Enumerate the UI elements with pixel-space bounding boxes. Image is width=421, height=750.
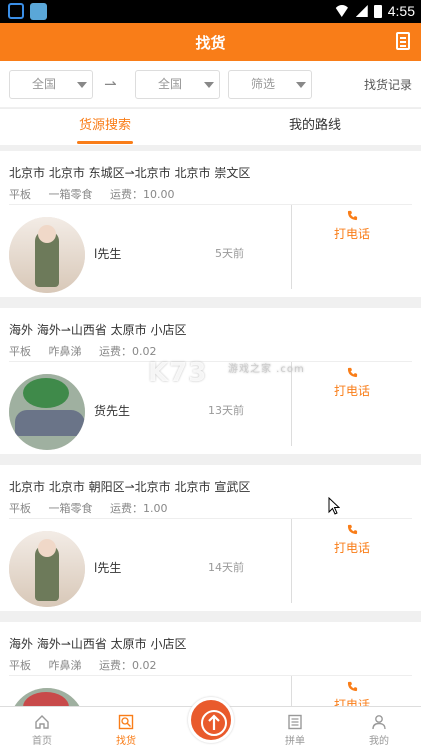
cargo-meta: 平板 咋鼻涕 运费：0.02 [9, 343, 171, 359]
page-title: 找货 [195, 34, 226, 52]
active-tab-indicator [77, 141, 133, 144]
filter-select-value: 筛选 [251, 77, 276, 91]
nav-home[interactable]: 首页 [0, 707, 84, 750]
watermark-text: K73 [148, 358, 208, 388]
call-label: 打电话 [333, 541, 370, 555]
post-time: 5天前 [215, 247, 244, 260]
divider [9, 675, 412, 676]
search-goods-icon [118, 714, 134, 730]
tab-bar: 货源搜索 我的路线 [0, 108, 421, 145]
notification-app-icon [8, 3, 24, 19]
post-time: 14天前 [208, 561, 244, 574]
post-time: 13天前 [208, 404, 244, 417]
freight-fee: 运费：1.00 [110, 502, 168, 515]
list-icon [288, 714, 302, 730]
call-label: 打电话 [333, 227, 370, 241]
freight-fee: 运费：10.00 [110, 188, 175, 201]
phone-icon [347, 210, 357, 221]
call-button[interactable]: 打电话 [292, 364, 412, 446]
publish-icon [201, 710, 227, 736]
nav-find-cargo[interactable]: 找货 [84, 707, 168, 750]
nav-label: 找货 [116, 736, 136, 747]
wifi-icon [333, 5, 350, 17]
cargo-meta: 平板 咋鼻涕 运费：0.02 [9, 657, 171, 673]
freight-fee: 运费：0.02 [99, 345, 157, 358]
search-history-link[interactable]: 找货记录 [364, 76, 412, 93]
divider [9, 361, 412, 362]
contact-name: l先生 [94, 561, 122, 575]
tab-label: 货源搜索 [78, 118, 131, 133]
truck-type: 平板 [9, 659, 31, 672]
truck-type: 平板 [9, 188, 31, 201]
status-bar: 4:55 [0, 0, 421, 23]
phone-icon [347, 524, 357, 535]
watermark: K73 游戏之家 .com [148, 358, 304, 388]
tab-label: 我的路线 [288, 118, 341, 133]
phone-icon [347, 681, 357, 692]
cargo-card[interactable]: 北京市 北京市 东城区⇀北京市 北京市 崇文区 平板 一箱零食 运费：10.00… [0, 151, 421, 297]
cargo-route: 北京市 北京市 东城区⇀北京市 北京市 崇文区 [9, 166, 251, 180]
nav-label: 首页 [32, 736, 52, 747]
call-button[interactable]: 打电话 [292, 521, 412, 603]
signal-icon [355, 5, 368, 17]
user-icon [372, 715, 386, 730]
home-icon [35, 715, 49, 729]
contact-name: l先生 [94, 247, 122, 261]
cargo-card[interactable]: 海外 海外⇀山西省 太原市 小店区 平板 咋鼻涕 运费：0.02 货先生 13天… [0, 308, 421, 454]
avatar [9, 374, 85, 450]
battery-icon [373, 4, 382, 18]
destination-select[interactable]: 全国 [135, 70, 220, 99]
dropdown-caret-icon [296, 82, 306, 88]
nav-label: 拼单 [285, 736, 305, 747]
cargo-route: 海外 海外⇀山西省 太原市 小店区 [9, 323, 187, 337]
origin-select[interactable]: 全国 [9, 70, 93, 99]
tab-cargo-search[interactable]: 货源搜索 [0, 109, 210, 146]
mouse-cursor-icon [328, 497, 340, 515]
divider [9, 518, 412, 519]
phone-icon [347, 367, 357, 378]
nav-profile[interactable]: 我的 [337, 707, 421, 750]
origin-select-value: 全国 [32, 77, 57, 91]
avatar [9, 217, 85, 293]
cargo-name: 咋鼻涕 [48, 659, 82, 672]
cargo-meta: 平板 一箱零食 运费：1.00 [9, 500, 182, 516]
cargo-card[interactable]: 北京市 北京市 朝阳区⇀北京市 北京市 宣武区 平板 一箱零食 运费：1.00 … [0, 465, 421, 611]
cargo-meta: 平板 一箱零食 运费：10.00 [9, 186, 189, 202]
status-time: 4:55 [387, 3, 415, 19]
route-arrow-icon: ⇀ [104, 75, 117, 93]
bottom-nav: 首页 找货 拼单 我的 [0, 697, 421, 750]
contact-name: 货先生 [94, 404, 131, 418]
freight-fee: 运费：0.02 [99, 659, 157, 672]
cargo-route: 北京市 北京市 朝阳区⇀北京市 北京市 宣武区 [9, 480, 251, 494]
cargo-name: 一箱零食 [48, 502, 93, 515]
call-label: 打电话 [333, 384, 370, 398]
cargo-route: 海外 海外⇀山西省 太原市 小店区 [9, 637, 187, 651]
publish-button[interactable] [188, 697, 234, 743]
call-button[interactable]: 打电话 [292, 207, 412, 289]
notification-app-icon [30, 3, 47, 20]
nav-label: 我的 [369, 736, 389, 747]
tab-my-routes[interactable]: 我的路线 [210, 109, 420, 146]
divider [9, 204, 412, 205]
filter-bar: 全国 ⇀ 全国 筛选 找货记录 [0, 61, 421, 107]
truck-type: 平板 [9, 502, 31, 515]
app-header: 找货 [0, 23, 421, 61]
truck-type: 平板 [9, 345, 31, 358]
cargo-name: 一箱零食 [48, 188, 93, 201]
destination-select-value: 全国 [158, 77, 183, 91]
dropdown-caret-icon [77, 82, 87, 88]
cargo-name: 咋鼻涕 [48, 345, 82, 358]
document-icon[interactable] [396, 32, 410, 50]
dropdown-caret-icon [204, 82, 214, 88]
watermark-subtext: 游戏之家 .com [228, 364, 305, 375]
nav-group-order[interactable]: 拼单 [253, 707, 337, 750]
filter-select[interactable]: 筛选 [228, 70, 312, 99]
avatar [9, 531, 85, 607]
